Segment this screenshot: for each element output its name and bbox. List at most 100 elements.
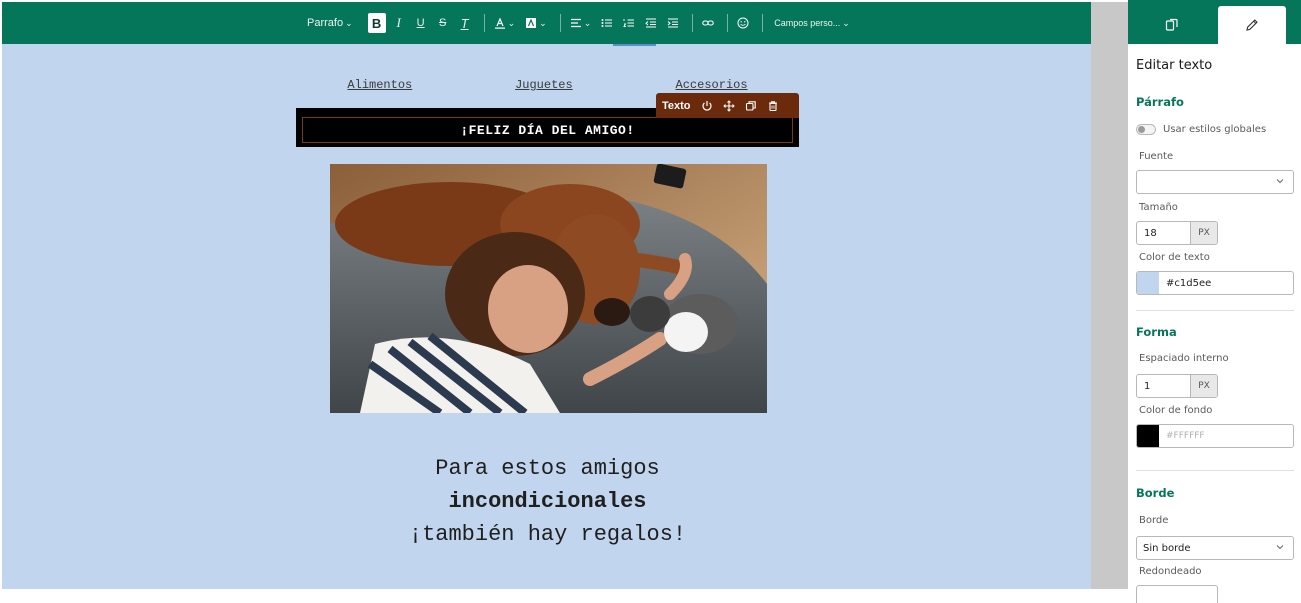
toolbar-divider xyxy=(727,14,729,32)
pencil-icon xyxy=(1246,19,1258,31)
section-divider xyxy=(1136,310,1294,311)
link-icon xyxy=(702,20,715,26)
bullet-list-icon xyxy=(601,19,613,27)
align-left-icon xyxy=(570,18,581,28)
bold-button[interactable]: B xyxy=(367,13,386,33)
chevron-down-icon: ⌄ xyxy=(842,17,850,28)
power-icon[interactable] xyxy=(701,100,713,112)
message-line-2: incondicionales xyxy=(448,489,647,514)
section-divider xyxy=(1136,470,1294,471)
bg-color-field[interactable]: #FFFFFF xyxy=(1136,424,1294,448)
trash-icon[interactable] xyxy=(767,100,779,112)
global-styles-row: Usar estilos globales xyxy=(1136,124,1266,135)
toggle-knob xyxy=(1138,126,1145,133)
padding-label: Espaciado interno xyxy=(1139,353,1229,364)
blocks-icon xyxy=(1165,18,1178,31)
custom-fields-label: Campos perso... xyxy=(774,18,841,28)
email-editor: Parrafo ⌄ B I U S T ⌄ ⌄ ⌄ Campos perso..… xyxy=(0,0,1301,603)
custom-fields-select[interactable]: Campos perso... ⌄ xyxy=(771,13,853,33)
panel-tabs xyxy=(1128,0,1301,44)
strikethrough-button[interactable]: S xyxy=(434,13,452,33)
paragraph-select-label: Parrafo xyxy=(307,17,344,29)
numbered-list-icon xyxy=(623,19,635,27)
text-color-value: #c1d5ee xyxy=(1166,277,1212,289)
canvas-scroll-gutter xyxy=(1091,2,1128,589)
bg-color-placeholder: #FFFFFF xyxy=(1166,431,1205,441)
bullet-list-button[interactable] xyxy=(598,13,616,33)
duplicate-icon[interactable] xyxy=(745,100,757,112)
block-type-label: Texto xyxy=(662,99,691,112)
email-canvas[interactable]: Alimentos Juguetes Accesorios ¡FELIZ DÍA… xyxy=(2,44,1091,589)
section-shape-title: Forma xyxy=(1136,325,1177,339)
panel-title: Editar texto xyxy=(1136,58,1213,73)
chevron-down-icon xyxy=(1276,179,1284,184)
bg-color-label: Color de fondo xyxy=(1139,405,1213,416)
chevron-down-icon: ⌄ xyxy=(539,17,547,28)
border-select-value: Sin borde xyxy=(1143,542,1191,554)
emoji-button[interactable] xyxy=(734,13,752,33)
nav-link-juguetes[interactable]: Juguetes xyxy=(515,78,573,92)
chevron-down-icon: ⌄ xyxy=(507,17,516,28)
paragraph-select[interactable]: Parrafo ⌄ xyxy=(304,13,356,33)
tab-blocks[interactable] xyxy=(1128,6,1216,44)
border-label: Borde xyxy=(1139,515,1169,526)
text-color-label: Color de texto xyxy=(1139,252,1210,263)
bg-color-swatch[interactable] xyxy=(1137,425,1159,447)
selected-row-indicator xyxy=(613,44,656,46)
global-styles-toggle[interactable] xyxy=(1136,124,1156,135)
indent-icon xyxy=(667,18,679,28)
photo-woman-dog-kitten xyxy=(330,164,767,413)
underline-button[interactable]: U xyxy=(412,13,430,33)
font-color-icon xyxy=(494,17,505,29)
outdent-button[interactable] xyxy=(642,13,660,33)
size-unit: PX xyxy=(1190,222,1217,244)
numbered-list-button[interactable] xyxy=(620,13,638,33)
toolbar-divider xyxy=(762,14,764,32)
chevron-down-icon: ⌄ xyxy=(583,17,592,28)
highlight-icon xyxy=(526,18,537,28)
font-label: Fuente xyxy=(1139,151,1174,162)
text-color-field[interactable]: #c1d5ee xyxy=(1136,271,1294,295)
padding-unit: PX xyxy=(1190,375,1217,397)
font-select[interactable] xyxy=(1136,170,1294,194)
highlight-color-button[interactable]: ⌄ xyxy=(522,13,550,33)
emoji-icon xyxy=(737,17,749,29)
section-border-title: Borde xyxy=(1136,486,1175,500)
radius-label: Redondeado xyxy=(1139,566,1202,577)
email-nav: Alimentos Juguetes Accesorios xyxy=(296,78,799,92)
section-paragraph-title: Párrafo xyxy=(1136,95,1184,109)
text-color-swatch[interactable] xyxy=(1137,272,1159,294)
settings-panel: Editar texto Párrafo Usar estilos global… xyxy=(1128,0,1301,603)
global-styles-label: Usar estilos globales xyxy=(1163,124,1267,135)
padding-input[interactable]: 1 PX xyxy=(1136,374,1218,398)
tab-edit[interactable] xyxy=(1218,6,1286,44)
message-text-block[interactable]: Para estos amigos incondicionales ¡tambi… xyxy=(296,452,799,551)
size-input[interactable]: 18 PX xyxy=(1136,221,1218,245)
font-color-button[interactable]: ⌄ xyxy=(491,13,519,33)
message-line-1: Para estos amigos xyxy=(435,456,660,481)
padding-value: 1 xyxy=(1144,380,1151,392)
clear-format-button[interactable]: T xyxy=(456,13,474,33)
radius-input[interactable] xyxy=(1136,585,1218,603)
link-button[interactable] xyxy=(699,13,717,33)
size-label: Tamaño xyxy=(1139,202,1178,213)
align-button[interactable]: ⌄ xyxy=(567,13,595,33)
nav-link-alimentos[interactable]: Alimentos xyxy=(347,78,412,92)
chevron-down-icon: ⌄ xyxy=(345,17,353,28)
toolbar-divider xyxy=(559,14,561,32)
format-toolbar: Parrafo ⌄ B I U S T ⌄ ⌄ ⌄ Campos perso..… xyxy=(2,2,1128,44)
nav-link-accesorios[interactable]: Accesorios xyxy=(676,78,748,92)
banner-text[interactable]: ¡FELIZ DÍA DEL AMIGO! xyxy=(302,117,793,143)
chevron-down-icon xyxy=(1276,545,1284,550)
toolbar-divider xyxy=(692,14,694,32)
italic-button[interactable]: I xyxy=(390,13,408,33)
hero-image[interactable] xyxy=(330,164,767,413)
outdent-icon xyxy=(645,18,657,28)
move-icon[interactable] xyxy=(722,99,735,112)
indent-button[interactable] xyxy=(664,13,682,33)
message-line-3: ¡también hay regalos! xyxy=(408,522,687,547)
block-toolbar: Texto xyxy=(656,93,799,118)
size-value: 18 xyxy=(1144,227,1157,239)
border-select[interactable]: Sin borde xyxy=(1136,536,1294,560)
toolbar-divider xyxy=(483,14,485,32)
